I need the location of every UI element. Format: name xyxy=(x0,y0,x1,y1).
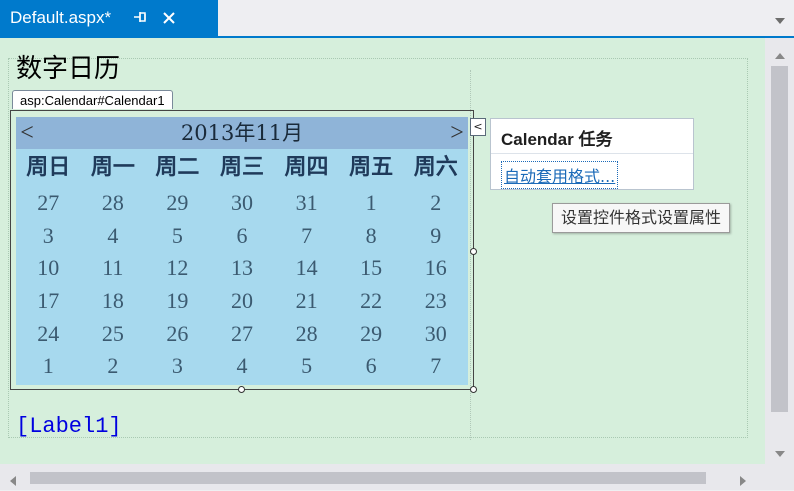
calendar-weekday-2: 周二 xyxy=(155,154,200,180)
calendar-day[interactable]: 6 xyxy=(210,220,275,253)
calendar-day[interactable]: 29 xyxy=(339,318,404,351)
calendar-day[interactable]: 28 xyxy=(81,187,146,220)
calendar-day[interactable]: 25 xyxy=(81,318,146,351)
close-icon[interactable] xyxy=(161,10,177,26)
resize-handle-bottom[interactable] xyxy=(238,386,245,393)
calendar-day[interactable]: 4 xyxy=(210,350,275,383)
calendar-day[interactable]: 5 xyxy=(274,350,339,383)
calendar-weekday-5: 周五 xyxy=(349,154,394,180)
chevron-left-icon[interactable]: < xyxy=(18,121,36,145)
tasks-panel-title: Calendar 任务 xyxy=(501,130,613,149)
calendar-day-grid: 27 28 29 30 31 1 2 3 4 5 6 7 8 9 10 11 12 13 14 15 16 17 18 19 2… xyxy=(16,187,468,383)
scrollbar-corner xyxy=(765,464,794,490)
control-tag: asp:Calendar#Calendar1 xyxy=(12,90,173,109)
calendar-day[interactable]: 19 xyxy=(145,285,210,318)
calendar-title: 2013年11月 xyxy=(180,121,304,145)
calendar-day[interactable]: 20 xyxy=(210,285,275,318)
calendar-control[interactable]: 2013年11月 < > 周日 周一 周二 周三 周四 周五 周六 27 28 29 30 31 1 2… xyxy=(16,117,468,385)
calendar-day[interactable]: 1 xyxy=(16,350,81,383)
calendar-day[interactable]: 12 xyxy=(145,252,210,285)
horizontal-scroll-thumb[interactable] xyxy=(30,472,706,484)
scroll-down-icon[interactable] xyxy=(774,444,786,457)
calendar-day[interactable]: 15 xyxy=(339,252,404,285)
vertical-scrollbar[interactable] xyxy=(765,38,794,464)
calendar-weekday-0: 周日 xyxy=(26,154,71,180)
divider xyxy=(491,153,693,154)
calendar-day[interactable]: 6 xyxy=(339,350,404,383)
calendar-weekday-6: 周六 xyxy=(413,154,458,180)
calendar-day[interactable]: 16 xyxy=(403,252,468,285)
label1-control[interactable]: [Label1] xyxy=(16,414,122,439)
calendar-day[interactable]: 18 xyxy=(81,285,146,318)
calendar-day[interactable]: 10 xyxy=(16,252,81,285)
vertical-scroll-thumb[interactable] xyxy=(771,66,788,412)
calendar-day[interactable]: 30 xyxy=(210,187,275,220)
calendar-day[interactable]: 23 xyxy=(403,285,468,318)
calendar-weekday-1: 周一 xyxy=(90,154,135,180)
calendar-day[interactable]: 28 xyxy=(274,318,339,351)
auto-format-link[interactable]: 自动套用格式... xyxy=(501,161,619,189)
calendar-day[interactable]: 31 xyxy=(274,187,339,220)
calendar-day[interactable]: 8 xyxy=(339,220,404,253)
chevron-down-icon[interactable] xyxy=(774,12,786,24)
calendar-day[interactable]: 11 xyxy=(81,252,146,285)
scroll-up-icon[interactable] xyxy=(774,46,786,59)
document-tab-strip: Default.aspx* xyxy=(0,0,794,36)
calendar-weekday-row: 周日 周一 周二 周三 周四 周五 周六 xyxy=(16,151,468,183)
calendar-day[interactable]: 4 xyxy=(81,220,146,253)
calendar-header: 2013年11月 < > xyxy=(16,117,468,149)
calendar-tasks-panel: Calendar 任务 自动套用格式... xyxy=(490,118,694,190)
calendar-day[interactable]: 2 xyxy=(81,350,146,383)
design-surface[interactable]: 数字日历 asp:Calendar#Calendar1 2013年11月 < >… xyxy=(0,38,765,464)
calendar-day[interactable]: 7 xyxy=(274,220,339,253)
calendar-day[interactable]: 27 xyxy=(210,318,275,351)
calendar-day[interactable]: 7 xyxy=(403,350,468,383)
smart-tag-button[interactable]: < xyxy=(470,118,486,136)
calendar-day[interactable]: 13 xyxy=(210,252,275,285)
scroll-right-icon[interactable] xyxy=(738,472,748,486)
scroll-left-icon[interactable] xyxy=(8,472,18,486)
calendar-day[interactable]: 17 xyxy=(16,285,81,318)
calendar-day[interactable]: 29 xyxy=(145,187,210,220)
page-heading: 数字日历 xyxy=(16,54,121,84)
calendar-day[interactable]: 14 xyxy=(274,252,339,285)
tab-title: Default.aspx* xyxy=(10,8,112,27)
calendar-day[interactable]: 3 xyxy=(145,350,210,383)
calendar-day[interactable]: 1 xyxy=(339,187,404,220)
calendar-day[interactable]: 3 xyxy=(16,220,81,253)
calendar-weekday-4: 周四 xyxy=(284,154,329,180)
calendar-day[interactable]: 21 xyxy=(274,285,339,318)
horizontal-scrollbar[interactable] xyxy=(0,464,765,490)
calendar-day[interactable]: 2 xyxy=(403,187,468,220)
tab-default-aspx[interactable]: Default.aspx* xyxy=(0,0,218,36)
resize-handle-bottom-right[interactable] xyxy=(470,386,477,393)
pin-icon[interactable] xyxy=(133,10,149,27)
tooltip: 设置控件格式设置属性 xyxy=(552,203,731,233)
calendar-day[interactable]: 9 xyxy=(403,220,468,253)
calendar-day[interactable]: 30 xyxy=(403,318,468,351)
resize-handle-right[interactable] xyxy=(470,248,477,255)
calendar-day[interactable]: 22 xyxy=(339,285,404,318)
calendar-day[interactable]: 24 xyxy=(16,318,81,351)
calendar-day[interactable]: 27 xyxy=(16,187,81,220)
calendar-weekday-3: 周三 xyxy=(219,154,264,180)
chevron-right-icon[interactable]: > xyxy=(448,121,466,145)
calendar-day[interactable]: 26 xyxy=(145,318,210,351)
calendar-day[interactable]: 5 xyxy=(145,220,210,253)
